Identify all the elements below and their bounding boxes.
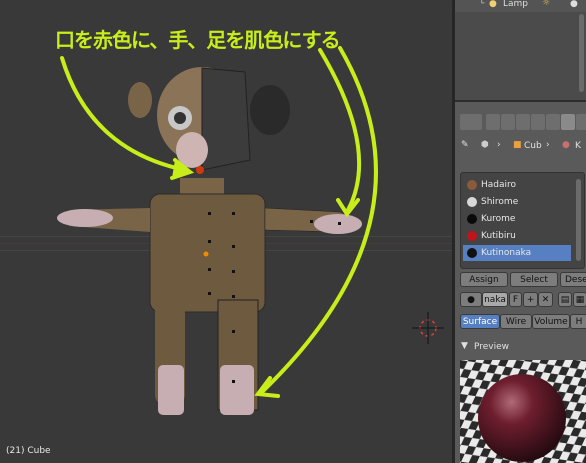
material-name-field[interactable]: naka	[482, 292, 508, 307]
deselect-button[interactable]: Dese	[560, 272, 586, 287]
lamp-icon: ●	[489, 0, 497, 9]
material-list-scrollbar[interactable]	[576, 179, 581, 261]
view-menu-icon[interactable]	[460, 114, 482, 130]
fake-user-button[interactable]: F	[509, 292, 522, 307]
tab-wire[interactable]: Wire	[500, 314, 532, 329]
object-tab-icon[interactable]	[531, 114, 545, 130]
material-ball-icon	[467, 248, 477, 258]
modifier-tab-icon[interactable]	[546, 114, 560, 130]
chevron-right-icon: ›	[546, 140, 550, 150]
pin-icon[interactable]: ✎	[461, 140, 469, 150]
node-icon[interactable]: ▤	[558, 292, 572, 307]
select-button[interactable]: Select	[510, 272, 558, 287]
assign-button[interactable]: Assign	[460, 272, 508, 287]
texture-tab-icon[interactable]	[576, 114, 586, 130]
3d-cursor-icon[interactable]	[412, 312, 444, 344]
material-slot[interactable]: Hadairo	[463, 177, 571, 193]
expand-triangle-icon: ▼	[461, 341, 468, 351]
3d-viewport[interactable]: 口を赤色に、手、足を肌色にする (21) Cube	[0, 0, 452, 463]
monkey-head[interactable]	[128, 67, 290, 174]
status-object-label: (21) Cube	[6, 446, 51, 456]
cube-icon: ■	[513, 140, 522, 150]
object-data-icon: ⬢	[481, 140, 489, 150]
material-preview	[460, 360, 586, 463]
outliner-scrollbar[interactable]	[579, 14, 584, 92]
properties-tabs	[458, 114, 586, 132]
material-slot-list[interactable]: Hadairo Shirome Kurome Kutibiru Kutinona…	[460, 172, 585, 269]
preview-render	[460, 360, 586, 463]
preview-label: Preview	[474, 342, 510, 352]
outliner-item-label: Lamp	[503, 0, 529, 9]
material-tab-icon[interactable]	[561, 114, 575, 130]
tree-line-icon: └	[479, 0, 485, 9]
world-tab-icon[interactable]	[516, 114, 530, 130]
material-slot-selected[interactable]: Kutinonaka	[463, 245, 571, 261]
tab-surface[interactable]: Surface	[460, 314, 500, 329]
breadcrumb-object: Cub	[524, 141, 542, 151]
tab-volume[interactable]: Volume	[532, 314, 570, 329]
material-ball-icon	[467, 180, 477, 190]
scene-tab-icon[interactable]	[501, 114, 515, 130]
material-slot[interactable]: Kurome	[463, 211, 571, 227]
annotation-text: 口を赤色に、手、足を肌色にする	[55, 28, 341, 52]
breadcrumb-material: K	[575, 141, 581, 151]
render-tab-icon[interactable]	[486, 114, 500, 130]
breadcrumb: ✎ ⬢ › ■ Cub › ● K	[455, 138, 586, 156]
data-icon[interactable]: ▦	[573, 292, 586, 307]
material-browse-icon[interactable]: ●	[460, 292, 482, 307]
material-icon: ●	[562, 140, 570, 150]
tab-halo[interactable]: H	[570, 314, 586, 329]
viewport-scene	[57, 46, 444, 415]
material-slot[interactable]: Kutibiru	[463, 228, 571, 244]
properties-panel: └ ● Lamp ☼ ● ✎ ⬢ › ■ Cub › ● K Hadairo S…	[455, 0, 586, 463]
chevron-right-icon: ›	[497, 140, 501, 150]
outliner[interactable]: └ ● Lamp ☼ ●	[455, 0, 586, 102]
material-ball-icon	[467, 214, 477, 224]
material-ball-icon	[467, 197, 477, 207]
material-slot[interactable]: Shirome	[463, 194, 571, 210]
preview-panel-header[interactable]: ▼ Preview	[455, 337, 586, 353]
character-body[interactable]	[57, 178, 362, 415]
outliner-row-lamp[interactable]: └ ● Lamp ☼ ●	[455, 0, 586, 12]
visibility-icon[interactable]: ●	[570, 0, 578, 9]
lamp-data-icon: ☼	[542, 0, 551, 8]
material-ball-icon	[467, 231, 477, 241]
new-material-icon[interactable]: +	[523, 292, 538, 307]
unlink-icon[interactable]: ✕	[538, 292, 553, 307]
